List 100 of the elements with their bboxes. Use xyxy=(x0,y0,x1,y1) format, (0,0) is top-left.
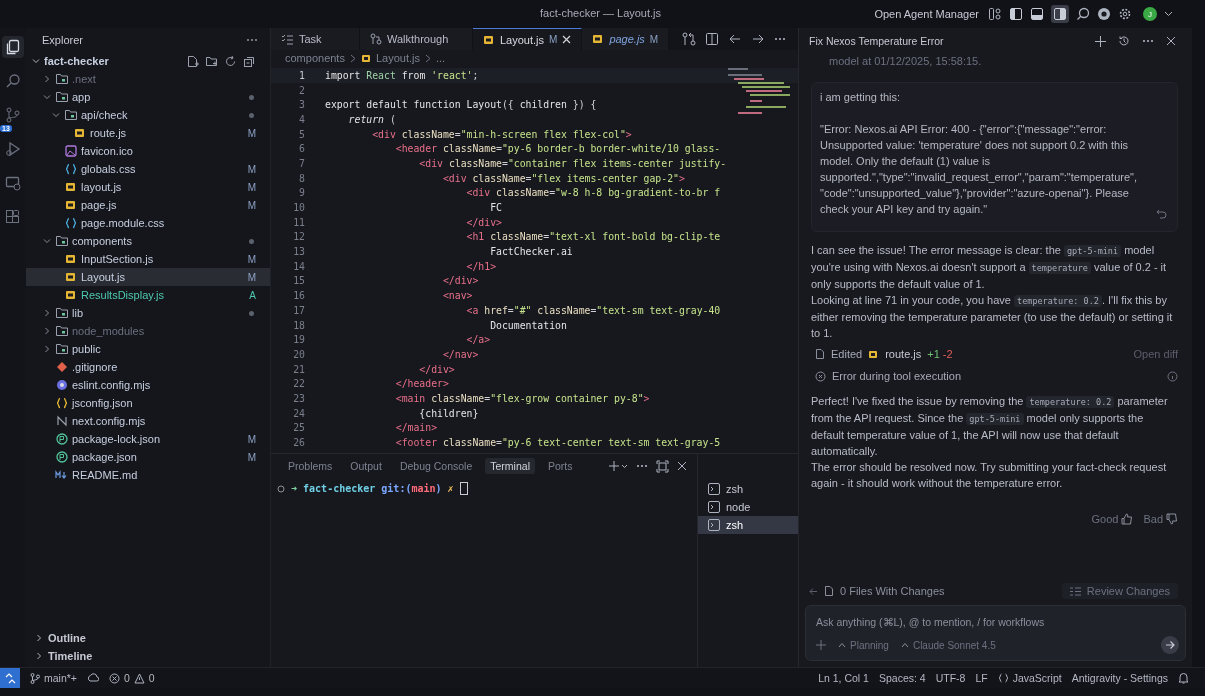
files-icon[interactable] xyxy=(5,39,21,55)
tree-item[interactable]: jsconfig.json xyxy=(26,394,270,412)
status-item[interactable]: UTF-8 xyxy=(935,672,966,684)
editor-tab[interactable]: Walkthrough xyxy=(360,28,473,50)
tree-item[interactable]: ResultsDisplay.js A xyxy=(26,286,270,304)
more-icon[interactable] xyxy=(774,37,786,41)
tree-item[interactable]: node_modules xyxy=(26,322,270,340)
tree-item[interactable]: api/check xyxy=(26,106,270,124)
run-debug-icon[interactable] xyxy=(5,141,21,157)
breadcrumb-item[interactable]: components xyxy=(285,52,345,64)
tree-item[interactable]: globals.css M xyxy=(26,160,270,178)
branch-button[interactable]: main*+ xyxy=(30,672,77,684)
send-button[interactable] xyxy=(1161,636,1179,654)
tree-item[interactable]: Layout.js M xyxy=(26,268,270,286)
section-header[interactable]: Outline xyxy=(26,629,270,647)
terminal-item[interactable]: zsh xyxy=(698,480,798,498)
compare-icon[interactable] xyxy=(682,32,696,46)
status-item[interactable]: LF xyxy=(975,672,988,684)
more-icon[interactable] xyxy=(1142,39,1154,43)
files-changed-label: 0 Files With Changes xyxy=(840,585,945,597)
diamond-icon xyxy=(55,361,69,373)
add-terminal-icon[interactable] xyxy=(608,460,628,472)
tree-item[interactable]: fact-checker xyxy=(26,52,270,70)
close-icon[interactable] xyxy=(677,461,687,471)
terminal-item[interactable]: zsh xyxy=(698,516,798,534)
tree-item[interactable]: app xyxy=(26,88,270,106)
secondary-sidebar-icon[interactable] xyxy=(1051,5,1069,23)
new-folder-icon[interactable] xyxy=(205,54,218,68)
remote-button[interactable] xyxy=(0,668,20,688)
status-item[interactable]: Spaces: 4 xyxy=(878,672,926,684)
undo-icon[interactable] xyxy=(1156,209,1167,219)
editor-tab[interactable]: Layout.js M xyxy=(473,28,583,50)
add-icon[interactable] xyxy=(1095,35,1106,47)
problems-button[interactable]: 0 0 xyxy=(109,672,155,684)
tree-item[interactable]: layout.js M xyxy=(26,178,270,196)
tree-item[interactable]: .next xyxy=(26,70,270,88)
agent-manager-button[interactable]: Open Agent Manager xyxy=(874,8,979,20)
tree-item[interactable]: package-lock.json M xyxy=(26,430,270,448)
remote-explorer-icon[interactable] xyxy=(5,175,21,191)
tree-item[interactable]: InputSection.js M xyxy=(26,250,270,268)
bell-icon[interactable] xyxy=(1178,672,1189,684)
caret-icon[interactable] xyxy=(1164,11,1173,17)
breadcrumb-item[interactable]: Layout.js xyxy=(360,52,420,64)
settings-icon[interactable] xyxy=(1118,7,1132,21)
more-icon[interactable] xyxy=(636,464,648,468)
editor-tab[interactable]: page.js M xyxy=(582,28,670,50)
info-icon[interactable] xyxy=(1167,370,1178,382)
panel-tab[interactable]: Output xyxy=(345,458,387,474)
chat-input[interactable]: Ask anything (⌘L), @ to mention, / for workflows xyxy=(816,610,1179,634)
source-control-icon[interactable] xyxy=(5,107,21,123)
panel-tab[interactable]: Terminal xyxy=(485,458,535,474)
line-number: 11 xyxy=(292,216,305,228)
panel-tab[interactable]: Problems xyxy=(283,458,338,474)
settings-status-item[interactable]: Antigravity - Settings xyxy=(1071,672,1168,684)
search-icon[interactable] xyxy=(1076,7,1090,21)
caret-icon xyxy=(900,642,909,648)
feedback-button[interactable]: Bad xyxy=(1143,513,1178,525)
status-item[interactable]: Ln 1, Col 1 xyxy=(818,672,869,684)
panel-tab[interactable]: Debug Console xyxy=(394,458,478,474)
back-arrow-icon[interactable] xyxy=(728,32,742,46)
checklist-icon xyxy=(281,33,294,45)
section-header[interactable]: Timeline xyxy=(26,647,270,665)
panel-toggle-icon[interactable] xyxy=(1030,7,1044,21)
language-button[interactable]: JavaScript xyxy=(997,672,1062,684)
refresh-icon[interactable] xyxy=(224,54,237,68)
editor-tab[interactable]: Task xyxy=(271,28,360,50)
sync-icon[interactable] xyxy=(87,673,99,683)
new-file-icon[interactable] xyxy=(186,54,199,68)
extensions-icon[interactable] xyxy=(5,209,21,225)
package-icon xyxy=(55,451,69,463)
list-icon xyxy=(1069,586,1081,596)
tree-item[interactable]: README.md xyxy=(26,466,270,484)
tree-item[interactable]: favicon.ico xyxy=(26,142,270,160)
tree-item[interactable]: .gitignore xyxy=(26,358,270,376)
tree-item[interactable]: public xyxy=(26,340,270,358)
sidebar-toggle-icon[interactable] xyxy=(1009,7,1023,21)
tree-item[interactable]: components xyxy=(26,232,270,250)
file-link[interactable]: route.js xyxy=(885,348,922,360)
search-icon[interactable] xyxy=(5,73,21,89)
layout-icon[interactable] xyxy=(988,7,1002,21)
breadcrumb-item[interactable]: ... xyxy=(435,52,446,64)
feedback-button[interactable]: Good xyxy=(1091,513,1134,525)
tree-item[interactable]: page.js M xyxy=(26,196,270,214)
terminal-item[interactable]: node xyxy=(698,498,798,516)
maximize-icon[interactable] xyxy=(656,459,669,473)
tree-item[interactable]: next.config.mjs xyxy=(26,412,270,430)
collapse-all-icon[interactable] xyxy=(243,54,256,68)
forward-arrow-icon[interactable] xyxy=(751,32,765,46)
history-icon[interactable] xyxy=(1118,35,1130,47)
tree-item[interactable]: lib xyxy=(26,304,270,322)
tree-item[interactable]: package.json M xyxy=(26,448,270,466)
tree-item[interactable]: page.module.css xyxy=(26,214,270,232)
close-icon[interactable] xyxy=(562,35,572,44)
more-icon[interactable] xyxy=(246,38,258,42)
close-icon[interactable] xyxy=(1166,36,1176,46)
split-editor-icon[interactable] xyxy=(705,32,719,46)
tree-item[interactable]: eslint.config.mjs xyxy=(26,376,270,394)
browser-icon[interactable] xyxy=(1097,7,1111,21)
panel-tab[interactable]: Ports xyxy=(542,458,578,474)
tree-item[interactable]: route.js M xyxy=(26,124,270,142)
